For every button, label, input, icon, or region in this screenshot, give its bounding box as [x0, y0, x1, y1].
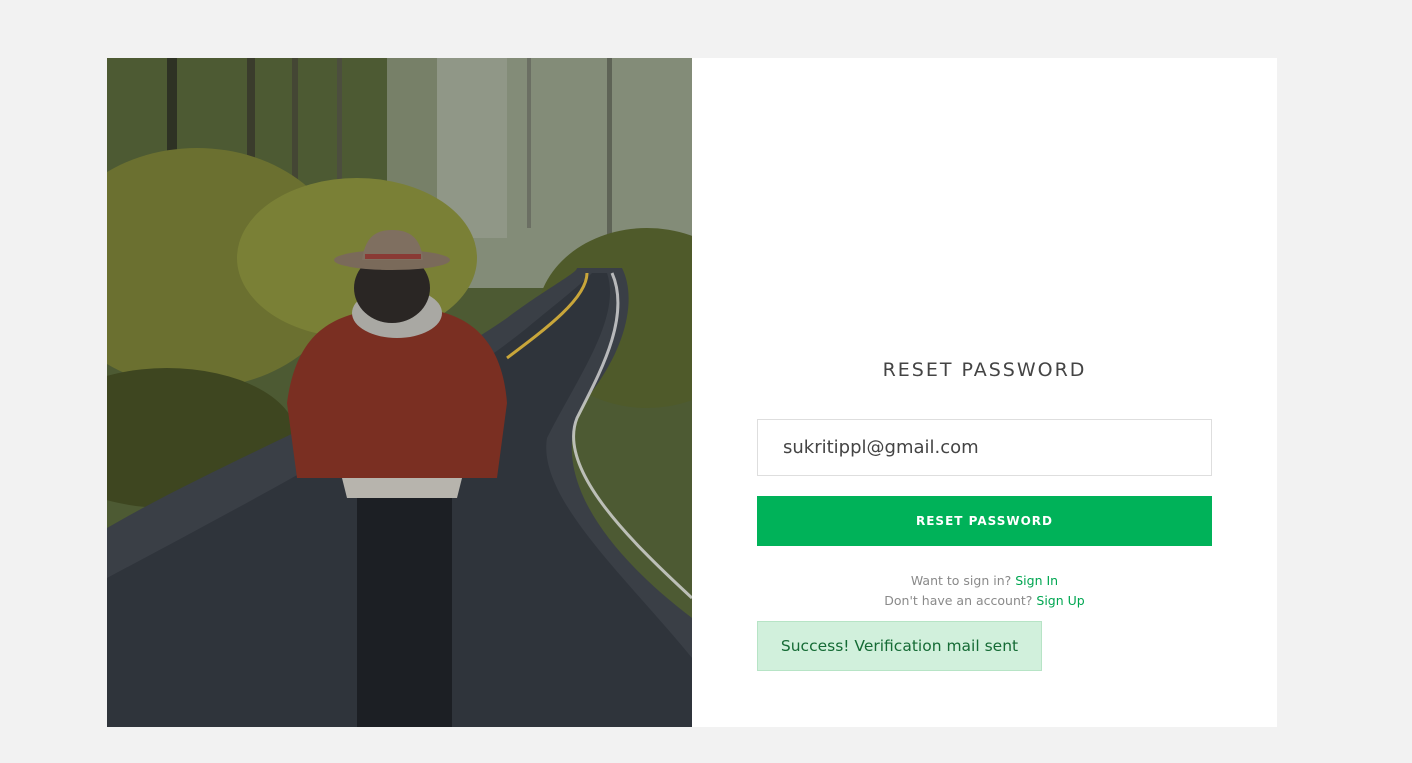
signup-prompt-line: Don't have an account? Sign Up: [692, 593, 1277, 608]
reset-password-button[interactable]: RESET PASSWORD: [757, 496, 1212, 546]
signin-prompt-text: Want to sign in?: [910, 573, 1012, 588]
reset-password-form: RESET PASSWORD RESET PASSWORD Want to si…: [692, 58, 1277, 727]
success-alert: Success! Verification mail sent: [757, 621, 1042, 671]
signin-link[interactable]: Sign In: [1015, 573, 1058, 588]
hero-photo: [107, 58, 692, 727]
signin-prompt-line: Want to sign in? Sign In: [692, 573, 1277, 588]
road-walker-illustration: [107, 58, 692, 727]
email-field[interactable]: [757, 419, 1212, 476]
reset-password-card: RESET PASSWORD RESET PASSWORD Want to si…: [107, 58, 1277, 727]
signup-prompt-text: Don't have an account?: [884, 593, 1033, 608]
success-alert-text: Success! Verification mail sent: [780, 637, 1019, 655]
page-title: RESET PASSWORD: [882, 359, 1087, 381]
signup-link[interactable]: Sign Up: [1036, 593, 1084, 608]
